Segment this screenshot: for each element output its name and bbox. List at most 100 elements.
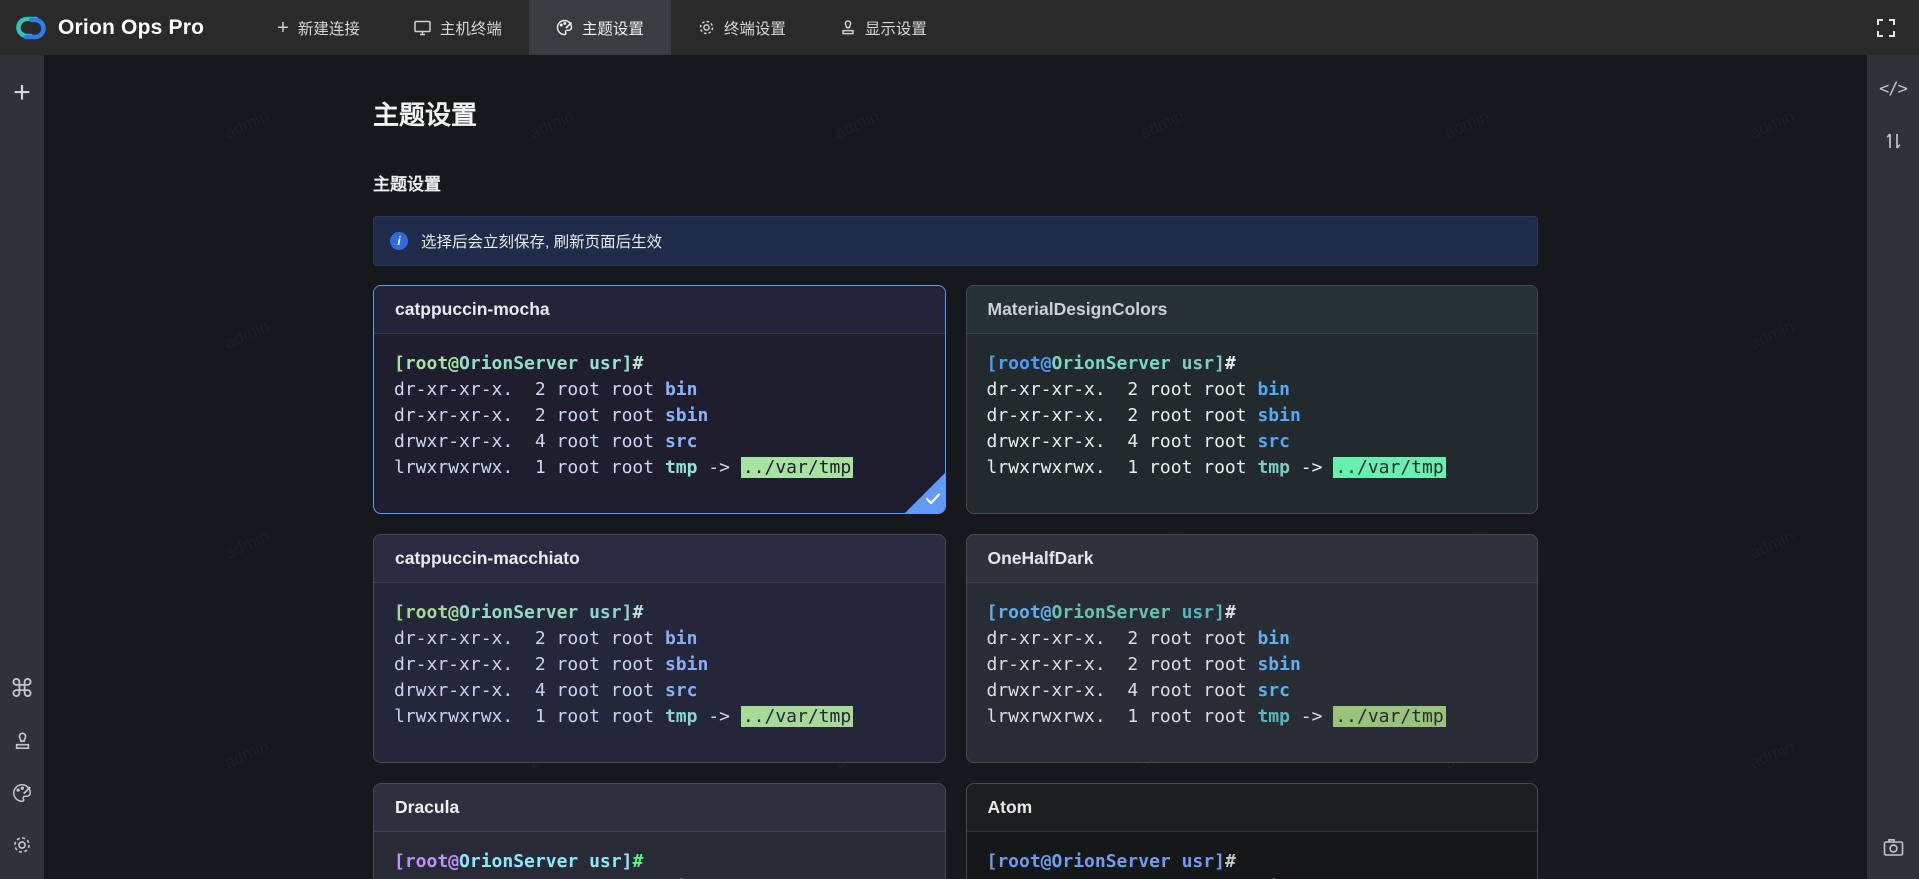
sort-icon[interactable] — [1876, 121, 1910, 161]
terminal-line: dr-xr-xr-x. 2 root root bin — [394, 626, 925, 652]
terminal-prompt-line: [root@OrionServer usr]# — [987, 351, 1518, 377]
command-icon[interactable]: ⌘ — [5, 669, 39, 709]
info-icon: i — [390, 232, 408, 250]
main-content: adminadminadminadminadminadminadminadmin… — [44, 55, 1867, 879]
terminal-line: dr-xr-xr-x. 2 root root bin — [394, 875, 925, 879]
theme-card-title: Atom — [967, 784, 1538, 832]
watermark-text: admin — [1747, 316, 1797, 353]
terminal-text: [root@ — [394, 851, 459, 872]
symlink-target: ../var/tmp — [741, 457, 853, 478]
symlink-target: ../var/tmp — [741, 706, 853, 727]
terminal-text: OrionServer — [459, 602, 578, 623]
theme-card[interactable]: Atom [root@OrionServer usr]#dr-xr-xr-x. … — [966, 783, 1539, 879]
theme-card[interactable]: MaterialDesignColors [root@OrionServer u… — [966, 285, 1539, 514]
terminal-text: # — [632, 602, 643, 623]
tab-display-settings[interactable]: 显示设置 — [813, 0, 954, 55]
plus-icon: + — [277, 18, 289, 38]
terminal-text: # — [632, 353, 643, 374]
terminal-line: dr-xr-xr-x. 2 root root bin — [987, 875, 1518, 879]
symlink-target: ../var/tmp — [1333, 457, 1445, 478]
gear-icon[interactable] — [5, 825, 39, 865]
tab-label: 新建连接 — [298, 17, 360, 39]
terminal-text: # — [1225, 353, 1236, 374]
section-title: 主题设置 — [373, 170, 1538, 195]
app-brand: Orion Ops Pro — [0, 0, 222, 55]
theme-card[interactable]: catppuccin-mocha [root@OrionServer usr]#… — [373, 285, 946, 514]
symlink-target: ../var/tmp — [1333, 706, 1445, 727]
terminal-text: usr] — [1171, 353, 1225, 374]
theme-card[interactable]: Dracula [root@OrionServer usr]#dr-xr-xr-… — [373, 783, 946, 879]
terminal-preview: [root@OrionServer usr]#dr-xr-xr-x. 2 roo… — [967, 334, 1538, 513]
terminal-line: dr-xr-xr-x. 2 root root sbin — [394, 403, 925, 429]
terminal-text: [root@ — [394, 602, 459, 623]
tab-label: 显示设置 — [865, 17, 927, 39]
terminal-text: lrwxrwxrwx. 1 root root — [394, 706, 665, 727]
terminal-preview: [root@OrionServer usr]#dr-xr-xr-x. 2 roo… — [967, 832, 1538, 879]
terminal-text: usr] — [1171, 851, 1225, 872]
watermark-text: admin — [1747, 526, 1797, 563]
terminal-text: sbin — [665, 654, 708, 675]
terminal-text: dr-xr-xr-x. 2 root root — [987, 628, 1258, 649]
terminal-prompt-line: [root@OrionServer usr]# — [394, 600, 925, 626]
terminal-text: drwxr-xr-x. 4 root root — [394, 431, 665, 452]
monitor-icon — [414, 20, 431, 36]
theme-card-title: catppuccin-mocha — [374, 286, 945, 334]
camera-icon[interactable] — [1876, 827, 1910, 867]
watermark-text: admin — [1747, 736, 1797, 773]
gear-icon — [698, 19, 715, 36]
terminal-text: [root@ — [394, 353, 459, 374]
app-logo-icon — [14, 13, 48, 43]
stamp-icon[interactable] — [5, 721, 39, 761]
terminal-text: dr-xr-xr-x. 2 root root — [394, 379, 665, 400]
terminal-text: usr] — [578, 602, 632, 623]
theme-card-title: catppuccin-macchiato — [374, 535, 945, 583]
terminal-line: lrwxrwxrwx. 1 root root tmp -> ../var/tm… — [987, 455, 1518, 481]
terminal-preview: [root@OrionServer usr]#dr-xr-xr-x. 2 roo… — [967, 583, 1538, 762]
tab-terminal-settings[interactable]: 终端设置 — [671, 0, 813, 55]
terminal-text: # — [1225, 851, 1236, 872]
left-sidebar: + ⌘ — [0, 55, 44, 879]
terminal-text: -> — [1290, 457, 1333, 478]
fullscreen-icon[interactable] — [1869, 8, 1903, 48]
terminal-text: OrionServer — [459, 851, 578, 872]
terminal-text: src — [665, 431, 698, 452]
terminal-text: src — [1257, 431, 1290, 452]
terminal-text: sbin — [1257, 405, 1300, 426]
terminal-line: dr-xr-xr-x. 2 root root sbin — [394, 652, 925, 678]
terminal-text: dr-xr-xr-x. 2 root root — [987, 654, 1258, 675]
terminal-line: dr-xr-xr-x. 2 root root sbin — [987, 652, 1518, 678]
tab-host-terminal[interactable]: 主机终端 — [387, 0, 529, 55]
right-sidebar: </> — [1867, 55, 1919, 879]
terminal-text: dr-xr-xr-x. 2 root root — [394, 654, 665, 675]
terminal-prompt-line: [root@OrionServer usr]# — [394, 849, 925, 875]
terminal-text: usr] — [1171, 602, 1225, 623]
theme-card-title: MaterialDesignColors — [967, 286, 1538, 334]
terminal-text: [root@ — [987, 851, 1052, 872]
alert-text: 选择后会立刻保存, 刷新页面后生效 — [421, 230, 662, 252]
terminal-text: tmp — [1257, 457, 1290, 478]
theme-card[interactable]: OneHalfDark [root@OrionServer usr]#dr-xr… — [966, 534, 1539, 763]
palette-icon[interactable] — [5, 773, 39, 813]
terminal-text: # — [1225, 602, 1236, 623]
code-icon[interactable]: </> — [1876, 69, 1910, 109]
terminal-preview: [root@OrionServer usr]#dr-xr-xr-x. 2 roo… — [374, 832, 945, 879]
plus-icon[interactable]: + — [5, 73, 39, 113]
terminal-text: lrwxrwxrwx. 1 root root — [987, 457, 1258, 478]
terminal-text: drwxr-xr-x. 4 root root — [987, 680, 1258, 701]
terminal-text: bin — [1257, 379, 1290, 400]
watermark-text: admin — [222, 106, 272, 143]
terminal-prompt-line: [root@OrionServer usr]# — [394, 351, 925, 377]
terminal-text: sbin — [665, 405, 708, 426]
terminal-line: drwxr-xr-x. 4 root root src — [394, 429, 925, 455]
theme-card-grid: catppuccin-mocha [root@OrionServer usr]#… — [373, 285, 1538, 879]
terminal-text: -> — [697, 457, 740, 478]
theme-card[interactable]: catppuccin-macchiato [root@OrionServer u… — [373, 534, 946, 763]
watermark-text: admin — [222, 736, 272, 773]
terminal-text: OrionServer — [1052, 602, 1171, 623]
tab-new-connection[interactable]: + 新建连接 — [250, 0, 387, 55]
terminal-text: dr-xr-xr-x. 2 root root — [394, 405, 665, 426]
palette-icon — [556, 19, 573, 36]
tab-theme-settings[interactable]: 主题设置 — [529, 0, 671, 55]
terminal-text: lrwxrwxrwx. 1 root root — [987, 706, 1258, 727]
terminal-text: sbin — [1257, 654, 1300, 675]
